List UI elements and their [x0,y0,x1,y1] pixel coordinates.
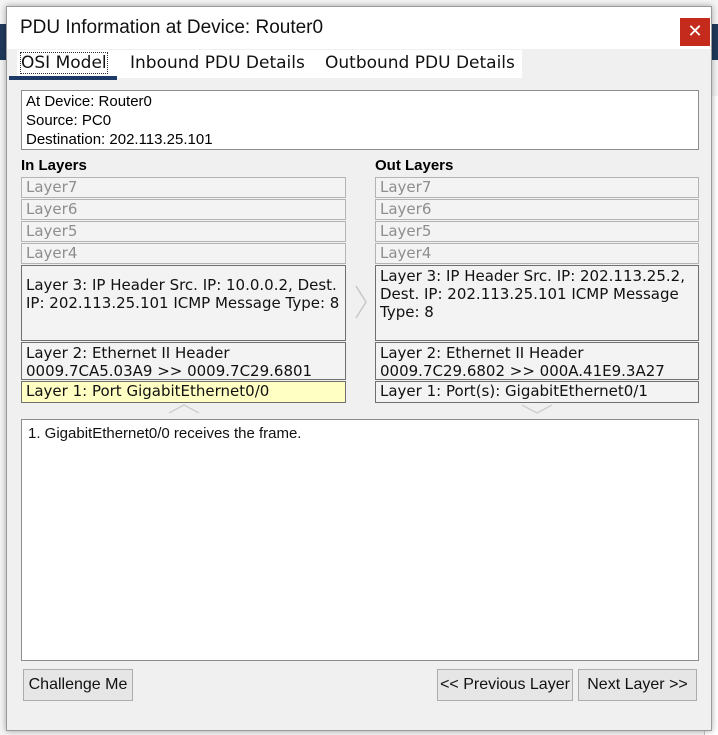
out-layer-2-header: Layer 2: Ethernet II Header [380,344,584,362]
pdu-information-dialog: PDU Information at Device: Router0 ✕ OSI… [6,6,712,731]
in-layer-6[interactable]: Layer6 [21,199,346,220]
at-device-text: At Device: Router0 [26,93,152,110]
out-layer-5[interactable]: Layer5 [375,221,699,242]
in-layer-4[interactable]: Layer4 [21,243,346,264]
step-description-text: 1. GigabitEthernet0/0 receives the frame… [28,425,302,442]
in-layer-2-addresses: 0009.7CA5.03A9 >> 0009.7C29.6801 [26,362,313,380]
out-layer-2-addresses: 0009.7C29.6802 >> 000A.41E9.3A27 [380,362,665,380]
destination-text: Destination: 202.113.25.101 [26,131,213,148]
tab-label: OSI Model [20,52,108,74]
in-layer-5[interactable]: Layer5 [21,221,346,242]
chevron-up-icon [168,404,200,414]
next-layer-button[interactable]: Next Layer >> [578,669,697,701]
pdu-info-box: At Device: Router0 Source: PC0 Destinati… [21,90,699,150]
active-tab-indicator [9,76,117,80]
tab-label: Outbound PDU Details [325,53,515,73]
previous-layer-button[interactable]: << Previous Layer [437,669,573,701]
out-layers-heading: Out Layers [375,157,454,174]
close-icon: ✕ [687,21,703,42]
challenge-me-button[interactable]: Challenge Me [23,669,133,701]
out-layer-6[interactable]: Layer6 [375,199,699,220]
in-layer-2[interactable]: Layer 2: Ethernet II Header 0009.7CA5.03… [21,342,346,380]
step-description-box: 1. GigabitEthernet0/0 receives the frame… [21,419,699,661]
chevron-right-icon [355,285,367,319]
tab-inbound-pdu-details[interactable]: Inbound PDU Details [130,53,305,75]
out-layer-4[interactable]: Layer4 [375,243,699,264]
tab-bar: OSI Model Inbound PDU Details Outbound P… [7,49,711,80]
tab-label: Inbound PDU Details [130,53,305,73]
out-layer-2[interactable]: Layer 2: Ethernet II Header 0009.7C29.68… [375,342,699,380]
dialog-title: PDU Information at Device: Router0 [20,17,324,38]
out-layer-1[interactable]: Layer 1: Port(s): GigabitEthernet0/1 [375,381,699,403]
tab-osi-model[interactable]: OSI Model [20,52,108,75]
close-button[interactable]: ✕ [680,18,710,46]
in-layers-heading: In Layers [21,157,87,174]
in-layer-3[interactable]: Layer 3: IP Header Src. IP: 10.0.0.2, De… [21,265,346,341]
out-layer-3[interactable]: Layer 3: IP Header Src. IP: 202.113.25.2… [375,265,699,341]
tab-outbound-pdu-details[interactable]: Outbound PDU Details [325,53,515,75]
title-bar: PDU Information at Device: Router0 ✕ [7,7,711,49]
in-layer-1[interactable]: Layer 1: Port GigabitEthernet0/0 [21,381,346,403]
out-layer-7[interactable]: Layer7 [375,177,699,198]
chevron-down-icon [521,404,553,414]
source-text: Source: PC0 [26,112,112,129]
in-layer-7[interactable]: Layer7 [21,177,346,198]
in-layer-2-header: Layer 2: Ethernet II Header [26,344,230,362]
